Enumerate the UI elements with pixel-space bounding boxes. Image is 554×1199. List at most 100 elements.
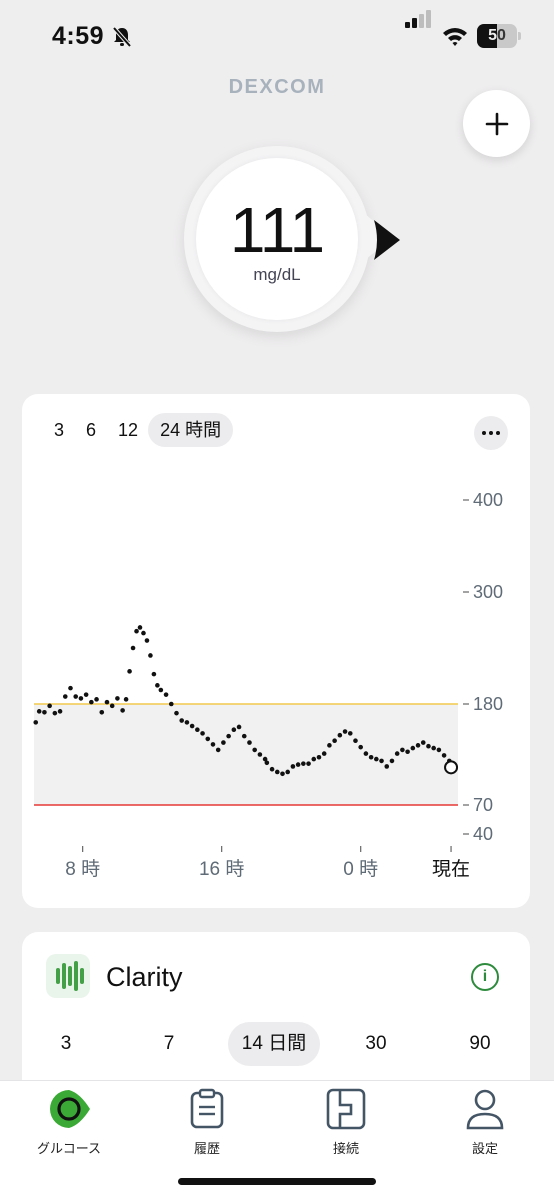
glucose-point (285, 769, 291, 775)
glucose-point (441, 753, 447, 758)
glucose-unit: mg/dL (253, 265, 301, 284)
tab-glucose[interactable]: グルコース (14, 1087, 124, 1157)
glucose-point (158, 687, 164, 693)
glucose-point (123, 697, 129, 702)
clarity-tab-14[interactable]: 14 日間 (228, 1022, 320, 1066)
glucose-point (115, 696, 120, 701)
glucose-point (215, 747, 221, 753)
glucose-point (241, 733, 247, 739)
glucose-point (184, 720, 190, 725)
clarity-title: Clarity (106, 962, 183, 992)
x-tick-label: 現在 (432, 858, 470, 880)
tab-settings[interactable]: 設定 (430, 1087, 540, 1157)
battery-percent: 50 (488, 27, 506, 44)
glucose-point (410, 745, 416, 751)
y-tick-label: 40 (473, 824, 493, 844)
battery-indicator: 50 (477, 24, 517, 48)
glucose-point (231, 727, 237, 733)
glucose-point (120, 708, 125, 713)
clarity-tab-7[interactable]: 7 (148, 1022, 190, 1066)
history-icon (190, 1088, 224, 1129)
more-options-button[interactable] (474, 416, 508, 450)
glucose-point (155, 683, 160, 688)
glucose-point (405, 749, 410, 755)
glucose-value: 111 (229, 194, 325, 266)
glucose-point (179, 718, 185, 723)
tab-connection[interactable]: 接続 (291, 1087, 401, 1157)
glucose-point (99, 709, 105, 715)
clarity-tab-30[interactable]: 30 (356, 1022, 396, 1066)
glucose-point (134, 628, 139, 634)
range-tab-6[interactable]: 6 (86, 413, 96, 447)
glucose-point (389, 758, 395, 764)
settings-icon (466, 1089, 504, 1130)
glucose-point (104, 699, 110, 705)
y-tick-label: 300 (473, 582, 503, 602)
glucose-point (379, 758, 384, 764)
glucose-point (431, 745, 436, 751)
glucose-point (290, 764, 296, 769)
range-tab-24[interactable]: 24 時間 (148, 413, 234, 447)
glucose-point (269, 766, 275, 772)
glucose-point (342, 729, 348, 734)
glucose-point (57, 709, 63, 714)
brand-logo: DEXCOM (228, 76, 326, 98)
range-tab-3[interactable]: 3 (54, 413, 64, 447)
glucose-point (163, 692, 169, 697)
add-event-button[interactable] (463, 90, 530, 157)
glucose-point (205, 736, 211, 742)
range-tab-12[interactable]: 12 (118, 413, 138, 447)
info-icon[interactable]: i (471, 963, 499, 991)
glucose-point (226, 733, 231, 739)
glucose-point (62, 694, 68, 699)
glucose-point (47, 703, 52, 709)
y-tick-label: 180 (473, 694, 503, 714)
glucose-point (436, 747, 442, 753)
glucose-point (327, 743, 332, 748)
glucose-point (137, 625, 143, 630)
tab-glucose-label: グルコース (36, 1141, 102, 1156)
clarity-tab-3[interactable]: 3 (46, 1022, 86, 1066)
status-bar: 4:59 50 (0, 0, 554, 72)
tab-history[interactable]: 履歴 (152, 1087, 262, 1157)
glucose-point (384, 764, 390, 769)
glucose-point (89, 699, 94, 705)
glucose-point (130, 645, 136, 651)
battery-cap (518, 32, 521, 40)
glucose-point (36, 709, 42, 714)
glucose-graph-card: 400 300 180 70 40 8 時 16 時 0 時 現在 3 6 12 24 時間 (22, 394, 530, 908)
glucose-point (295, 762, 301, 767)
glucose-point (368, 754, 374, 760)
glucose-point (252, 747, 257, 753)
glucose-point (420, 740, 426, 745)
glucose-point (221, 740, 226, 745)
clarity-chart-icon (46, 954, 90, 998)
glucose-point (52, 710, 58, 716)
y-tick-label: 400 (473, 490, 503, 510)
clarity-tab-90[interactable]: 90 (460, 1022, 500, 1066)
glucose-point (337, 732, 343, 738)
glucose-point (144, 638, 150, 643)
glucose-point (151, 671, 157, 677)
glucose-point (374, 756, 379, 762)
glucose-point (83, 692, 89, 697)
glucose-point (306, 761, 311, 766)
glucose-point (280, 771, 285, 777)
current-reading-point (444, 760, 459, 775)
x-tick-label: 8 時 (65, 858, 100, 880)
glucose-point (353, 738, 358, 744)
glucose-point (415, 743, 421, 748)
glucose-point (174, 710, 179, 716)
glucose-icon (50, 1090, 90, 1128)
glucose-point (68, 685, 73, 691)
glucose-point (200, 731, 205, 736)
tab-history-label: 履歴 (193, 1141, 220, 1156)
glucose-point (210, 742, 216, 747)
glucose-point (332, 738, 337, 744)
glucose-point (347, 731, 353, 736)
glucose-point (189, 723, 195, 729)
home-indicator (178, 1178, 376, 1185)
glucose-point (301, 761, 306, 766)
glucose-point (33, 720, 39, 725)
glucose-point (264, 760, 270, 766)
